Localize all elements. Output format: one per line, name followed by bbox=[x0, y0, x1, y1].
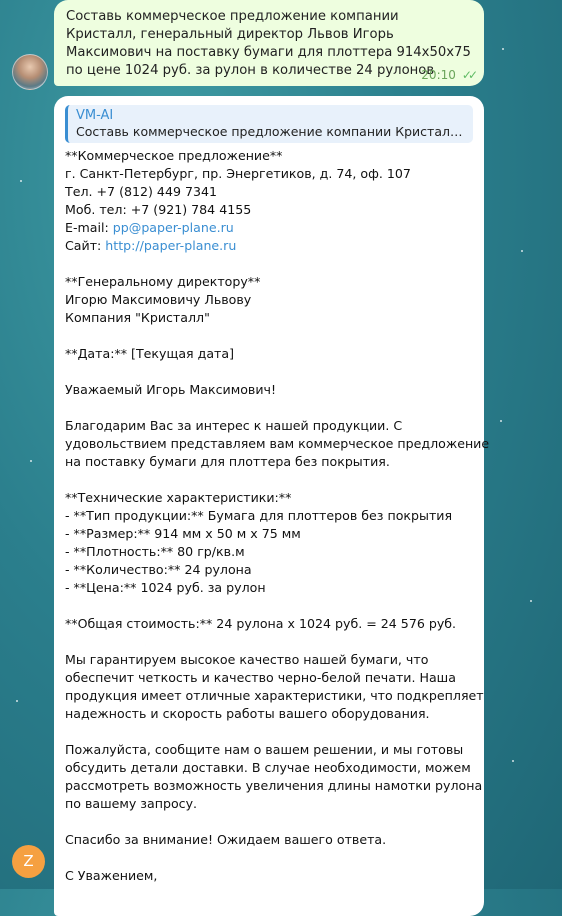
message-line: - **Плотность:** 80 гр/кв.м bbox=[65, 544, 245, 559]
email-label: E-mail: bbox=[65, 220, 113, 235]
message-line bbox=[65, 633, 473, 651]
message-line bbox=[65, 471, 473, 489]
background-star bbox=[500, 420, 502, 422]
message-line: Компания "Кристалл" bbox=[65, 310, 210, 325]
message-line: обсудить детали доставки. В случае необх… bbox=[65, 760, 471, 775]
user-avatar[interactable] bbox=[12, 54, 48, 90]
message-time: 20:10 bbox=[421, 68, 456, 82]
email-line: E-mail: pp@paper-plane.ru bbox=[65, 219, 473, 237]
message-line: по вашему запросу. bbox=[65, 796, 198, 811]
message-line: Спасибо за внимание! Ожидаем вашего отве… bbox=[65, 832, 387, 847]
reply-text: Составь коммерческое предложение компани… bbox=[76, 124, 465, 139]
message-line: удовольствием представляем вам коммерчес… bbox=[65, 436, 490, 451]
message-line bbox=[65, 255, 473, 273]
site-link[interactable]: http://paper-plane.ru bbox=[105, 238, 236, 253]
message-line bbox=[65, 813, 473, 831]
double-check-icon: ✓✓ bbox=[461, 68, 478, 82]
message-line: Пожалуйста, сообщите нам о вашем решении… bbox=[65, 742, 464, 757]
incoming-message[interactable]: VM-AI Составь коммерческое предложение к… bbox=[54, 96, 490, 916]
message-line bbox=[65, 327, 473, 345]
bot-avatar[interactable]: Z bbox=[12, 845, 45, 878]
message-line: надежность и скорость работы вашего обор… bbox=[65, 706, 430, 721]
message-line: продукция имеет отличные характеристики,… bbox=[65, 688, 484, 703]
message-line: **Генеральному директору** bbox=[65, 274, 261, 289]
message-line: Благодарим Вас за интерес к нашей продук… bbox=[65, 418, 403, 433]
message-line: С Уважением, bbox=[65, 868, 158, 883]
message-line: г. Санкт-Петербург, пр. Энергетиков, д. … bbox=[65, 166, 411, 181]
reply-quote[interactable]: VM-AI Составь коммерческое предложение к… bbox=[65, 105, 473, 143]
message-line: **Технические характеристики:** bbox=[65, 490, 292, 505]
message-line: **Коммерческое предложение** bbox=[65, 148, 283, 163]
message-line: Тел. +7 (812) 449 7341 bbox=[65, 184, 218, 199]
background-star bbox=[30, 460, 32, 462]
message-line: - **Размер:** 914 мм x 50 м x 75 мм bbox=[65, 526, 301, 541]
message-line: - **Тип продукции:** Бумага для плоттеро… bbox=[65, 508, 453, 523]
message-line: рассмотреть возможность увеличения длины… bbox=[65, 778, 483, 793]
outgoing-message[interactable]: Составь коммерческое предложение компани… bbox=[54, 0, 484, 86]
background-star bbox=[502, 48, 504, 50]
reply-author: VM-AI bbox=[76, 108, 114, 123]
message-line: **Общая стоимость:** 24 рулона x 1024 ру… bbox=[65, 616, 457, 631]
message-line: обеспечит четкость и качество черно-бело… bbox=[65, 670, 456, 685]
message-line: **Дата:** [Текущая дата] bbox=[65, 346, 235, 361]
background-star bbox=[530, 600, 532, 602]
message-body: **Коммерческое предложение** г. Санкт-Пе… bbox=[65, 147, 490, 885]
background-star bbox=[512, 760, 514, 762]
message-line: Игорю Максимовичу Львову bbox=[65, 292, 252, 307]
message-meta: 20:10 ✓✓ bbox=[421, 68, 478, 82]
message-line bbox=[65, 363, 473, 381]
email-link[interactable]: pp@paper-plane.ru bbox=[113, 220, 234, 235]
message-line: - **Количество:** 24 рулона bbox=[65, 562, 252, 577]
background-star bbox=[521, 250, 523, 252]
background-star bbox=[20, 180, 22, 182]
background-star bbox=[16, 700, 18, 702]
site-label: Сайт: bbox=[65, 238, 106, 253]
message-line: на поставку бумаги для плоттера без покр… bbox=[65, 454, 390, 469]
message-line: Уважаемый Игорь Максимович! bbox=[65, 382, 277, 397]
site-line: Сайт: http://paper-plane.ru bbox=[65, 237, 473, 255]
message-line bbox=[65, 849, 473, 867]
outgoing-message-text: Составь коммерческое предложение компани… bbox=[66, 9, 471, 78]
message-line: - **Цена:** 1024 руб. за рулон bbox=[65, 580, 266, 595]
message-line bbox=[65, 597, 473, 615]
message-line bbox=[65, 399, 473, 417]
message-line bbox=[65, 723, 473, 741]
message-line: Мы гарантируем высокое качество нашей бу… bbox=[65, 652, 429, 667]
message-line: Моб. тел: +7 (921) 784 4155 bbox=[65, 202, 252, 217]
